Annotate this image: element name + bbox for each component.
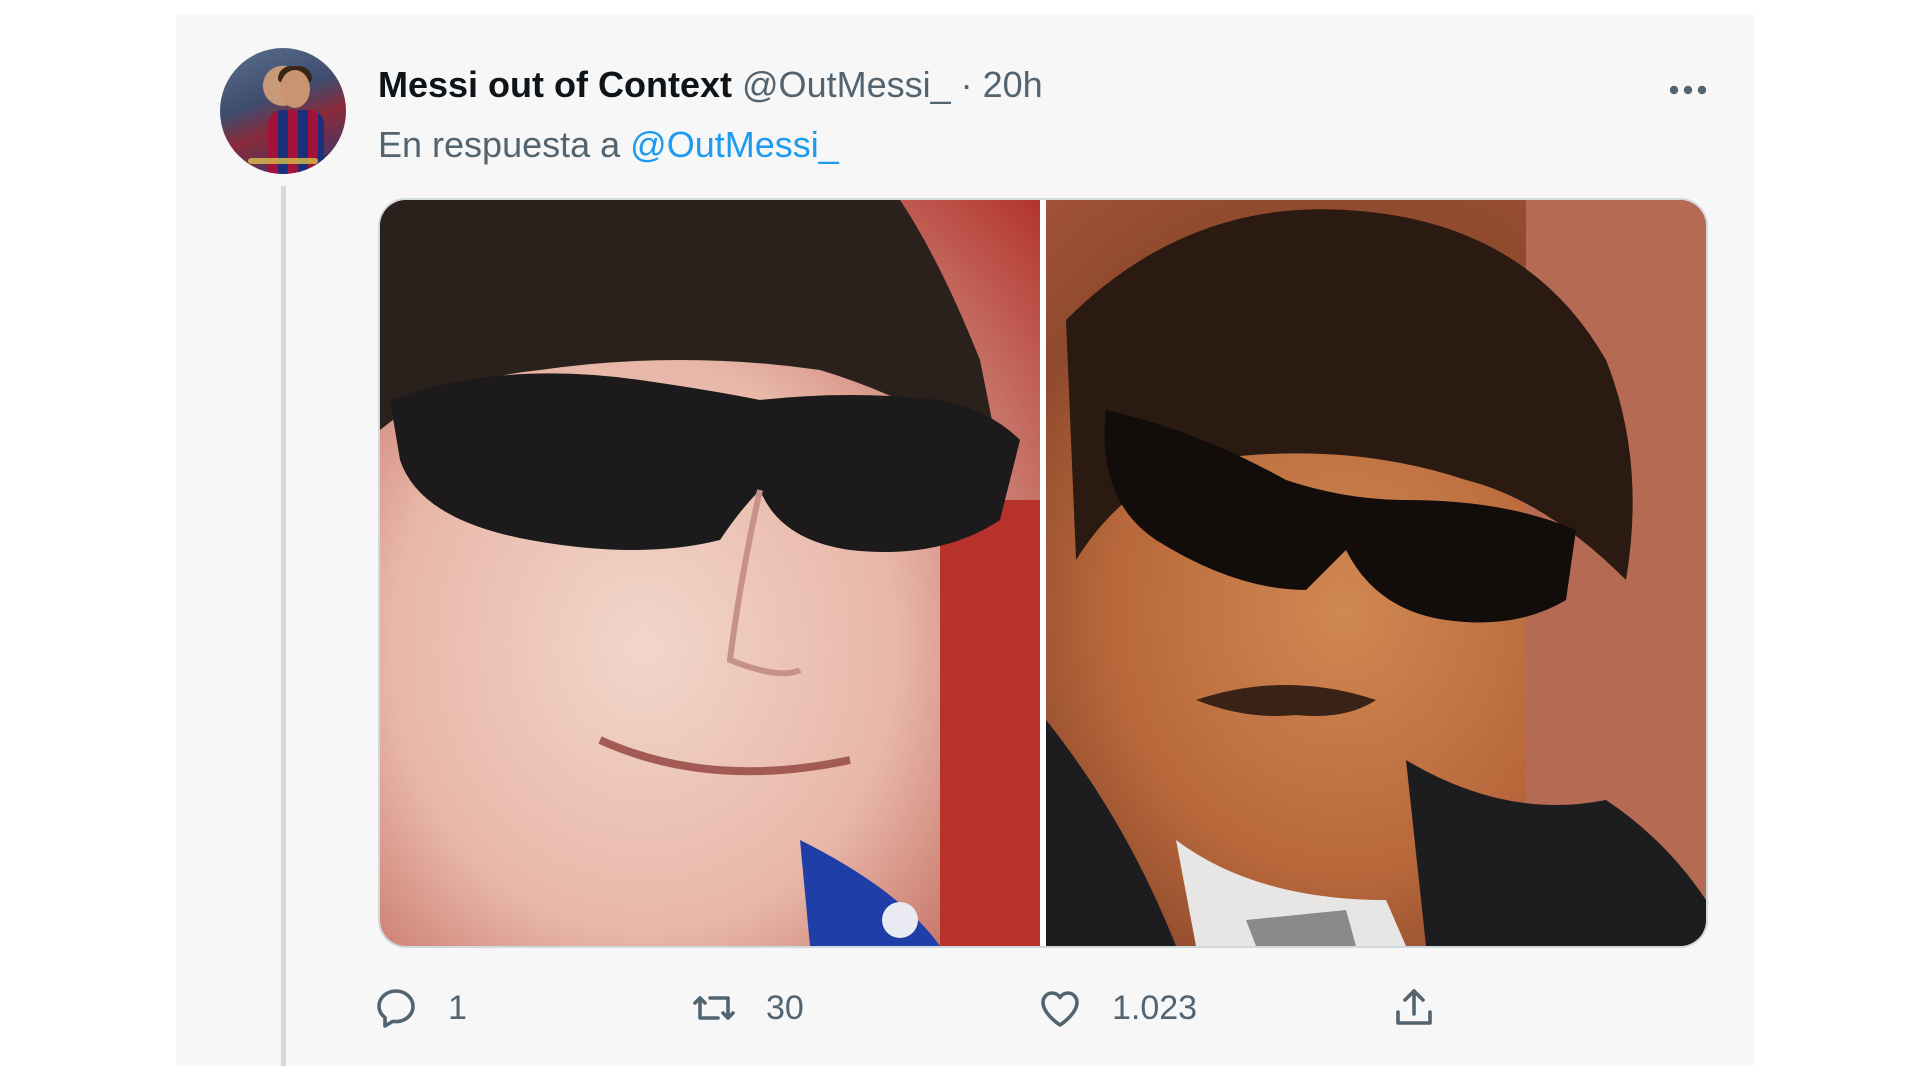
photo-icon bbox=[1046, 200, 1706, 946]
like-count: 1.023 bbox=[1112, 988, 1198, 1027]
tweet-header: Messi out of Context @OutMessi_ · 20h bbox=[378, 64, 1043, 106]
retweet-button[interactable]: 30 bbox=[690, 984, 804, 1032]
share-button[interactable] bbox=[1390, 984, 1438, 1032]
reply-mention-link[interactable]: @OutMessi_ bbox=[630, 124, 839, 165]
retweet-count: 30 bbox=[766, 988, 804, 1027]
retweet-icon bbox=[693, 996, 735, 1020]
thread-connector-line bbox=[281, 186, 286, 1066]
share-upload-icon bbox=[1396, 989, 1432, 1025]
reply-button[interactable]: 1 bbox=[372, 984, 467, 1032]
heart-icon bbox=[1041, 991, 1079, 1027]
tweet-timestamp[interactable]: 20h bbox=[983, 64, 1043, 106]
tweet-action-bar: 1 30 1.023 bbox=[372, 984, 1552, 1044]
author-avatar[interactable] bbox=[220, 48, 346, 174]
avatar-caption-mark bbox=[248, 158, 318, 164]
media-photo-1[interactable] bbox=[380, 200, 1040, 946]
photo-icon bbox=[380, 200, 1040, 946]
tweet-media-grid bbox=[378, 198, 1708, 948]
more-options-button[interactable] bbox=[1666, 68, 1710, 112]
avatar-head bbox=[280, 70, 310, 108]
like-button[interactable]: 1.023 bbox=[1036, 984, 1197, 1032]
avatar-shirt bbox=[268, 110, 324, 174]
reply-bubble-icon bbox=[377, 989, 415, 1028]
reply-context: En respuesta a @OutMessi_ bbox=[378, 124, 839, 166]
reply-prefix: En respuesta a bbox=[378, 124, 621, 165]
more-dots-icon bbox=[1669, 85, 1707, 95]
header-separator: · bbox=[960, 64, 973, 105]
media-photo-2[interactable] bbox=[1046, 200, 1706, 946]
tweet-card[interactable]: Messi out of Context @OutMessi_ · 20h En… bbox=[176, 14, 1754, 1066]
reply-count: 1 bbox=[448, 988, 467, 1027]
author-name[interactable]: Messi out of Context bbox=[378, 64, 732, 106]
author-handle[interactable]: @OutMessi_ bbox=[742, 64, 951, 106]
